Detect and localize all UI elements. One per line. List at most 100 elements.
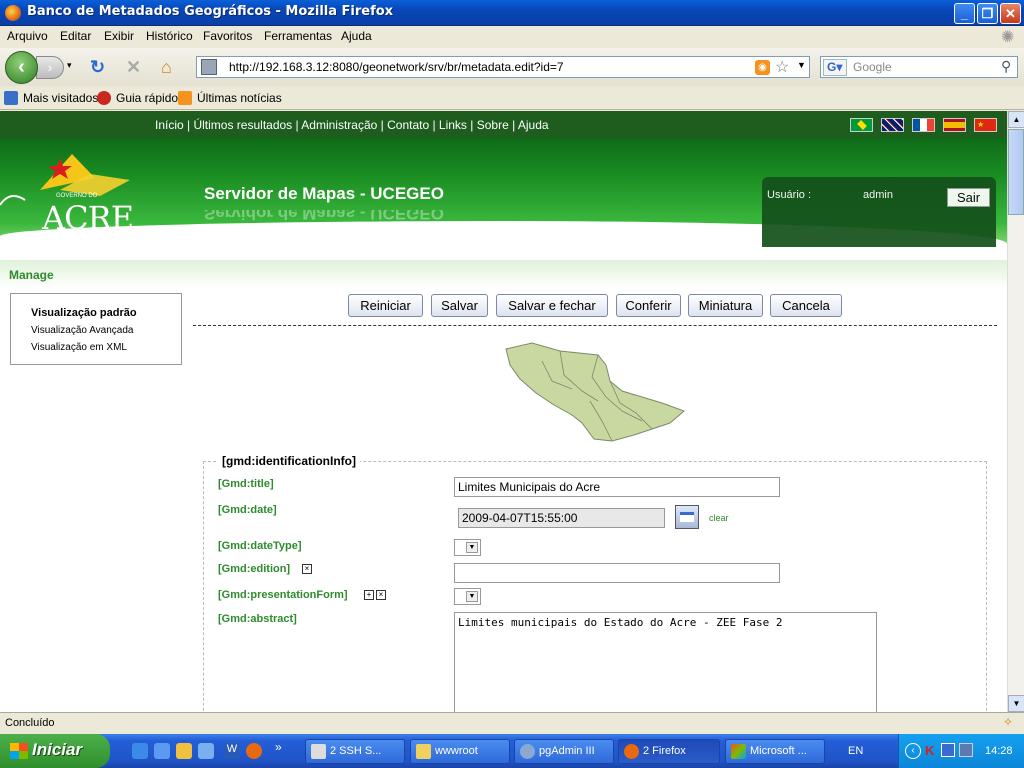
menu-editar[interactable]: Editar (60, 29, 91, 43)
edition-input[interactable] (454, 563, 780, 583)
quicklaunch-icon[interactable] (198, 743, 214, 759)
tray-expand-icon[interactable]: ‹ (905, 743, 921, 759)
antivirus-icon[interactable]: K (925, 743, 934, 758)
bookmark-guide-icon (97, 91, 111, 105)
bookmark-mais-visitados[interactable]: Mais visitados (23, 91, 98, 105)
datetype-select[interactable]: ▼ (454, 539, 481, 556)
user-name: admin (863, 189, 893, 201)
remove-edition-icon[interactable]: × (302, 564, 312, 574)
ssh-icon (311, 744, 326, 759)
bookmark-star-icon[interactable]: ☆ (775, 57, 789, 77)
save-button[interactable]: Salvar (431, 294, 488, 317)
flag-france-icon[interactable] (912, 118, 935, 132)
chevron-down-icon: ▼ (466, 591, 478, 602)
calendar-icon[interactable] (675, 505, 699, 529)
task-microsoft[interactable]: Microsoft ... (725, 739, 825, 764)
forward-button[interactable]: › (36, 56, 64, 79)
windows-logo-icon (10, 743, 28, 759)
menu-favoritos[interactable]: Favoritos (203, 29, 252, 43)
explorer-quicklaunch-icon[interactable] (176, 743, 192, 759)
menu-exibir[interactable]: Exibir (104, 29, 134, 43)
date-input[interactable]: 2009-04-07T15:55:00 (458, 508, 665, 528)
menu-ferramentas[interactable]: Ferramentas (264, 29, 332, 43)
tray-icon[interactable] (959, 743, 973, 757)
word-quicklaunch-icon[interactable]: W (224, 743, 240, 759)
date-label: [Gmd:date] (218, 504, 277, 516)
back-button[interactable]: ‹ (5, 51, 38, 84)
throbber-icon: ✺ (1001, 29, 1015, 46)
manage-bar: Manage (0, 260, 1007, 288)
site-top-links[interactable]: Início | Últimos resultados | Administra… (155, 118, 549, 132)
rss-feed-icon[interactable]: ◉ (755, 60, 770, 75)
url-bar[interactable]: http://192.168.3.12:8080/geonetwork/srv/… (196, 56, 810, 78)
save-close-button[interactable]: Salvar e fechar (496, 294, 608, 317)
menu-arquivo[interactable]: Arquivo (7, 29, 48, 43)
task-firefox[interactable]: 2 Firefox (618, 739, 720, 764)
clear-date-link[interactable]: clear (709, 513, 729, 523)
menu-historico[interactable]: Histórico (146, 29, 193, 43)
logout-button[interactable]: Sair (947, 188, 990, 207)
menu-ajuda[interactable]: Ajuda (341, 29, 372, 43)
site-identity-icon[interactable] (201, 59, 217, 75)
reset-button[interactable]: Reiniciar (348, 294, 423, 317)
task-ssh[interactable]: 2 SSH S... (305, 739, 405, 764)
title-input[interactable]: Limites Municipais do Acre (454, 477, 780, 497)
stop-icon[interactable]: ✕ (126, 58, 141, 76)
abstract-textarea[interactable]: Limites municipais do Estado do Acre - Z… (454, 612, 877, 712)
more-quicklaunch-icon[interactable]: » (275, 740, 282, 754)
network-icon[interactable] (941, 743, 955, 757)
flag-spain-icon[interactable] (943, 118, 966, 132)
flag-uk-icon[interactable] (881, 118, 904, 132)
view-options-box: Visualização padrão Visualização Avançad… (10, 293, 182, 365)
ie-quicklaunch-icon[interactable] (132, 743, 148, 759)
quicklaunch-icon[interactable] (154, 743, 170, 759)
status-addon-icon[interactable]: ✧ (1003, 715, 1013, 729)
maximize-button[interactable]: ❐ (977, 3, 998, 24)
search-icon[interactable]: ⚲ (1001, 58, 1011, 75)
cancel-button[interactable]: Cancela (770, 294, 842, 317)
google-engine-icon[interactable]: G▾ (823, 59, 847, 76)
bookmark-ultimas-noticias[interactable]: Últimas notícias (197, 91, 282, 105)
minimize-button[interactable]: _ (954, 3, 975, 24)
language-indicator[interactable]: EN (848, 745, 863, 757)
home-icon[interactable]: ⌂ (161, 58, 172, 76)
vertical-scrollbar[interactable]: ▲ ▼ (1007, 111, 1024, 712)
thumbnail-button[interactable]: Miniatura (688, 294, 763, 317)
view-default-link[interactable]: Visualização padrão (31, 307, 137, 319)
url-text[interactable]: http://192.168.3.12:8080/geonetwork/srv/… (229, 60, 564, 74)
view-advanced-link[interactable]: Visualização Avançada (31, 325, 134, 336)
system-tray: ‹ K 14:28 (898, 734, 1024, 768)
bookmark-folder-icon (4, 91, 18, 105)
add-presentationform-icon[interactable]: + (364, 590, 374, 600)
reload-icon[interactable]: ↻ (90, 58, 105, 76)
rss-icon (178, 91, 192, 105)
bookmark-guia-rapido[interactable]: Guia rápido (116, 91, 178, 105)
history-dropdown-icon[interactable]: ▾ (67, 60, 72, 71)
search-bar[interactable]: G▾ Google ⚲ (820, 56, 1018, 78)
scroll-up-icon[interactable]: ▲ (1008, 111, 1024, 128)
user-label: Usuário : (767, 189, 812, 201)
url-dropdown-icon[interactable]: ▼ (797, 60, 806, 70)
firefox-quicklaunch-icon[interactable] (246, 743, 262, 759)
task-pgadmin[interactable]: pgAdmin III (514, 739, 614, 764)
view-xml-link[interactable]: Visualização em XML (31, 342, 127, 353)
status-bar: Concluído ✧ (0, 712, 1024, 734)
acre-logo[interactable]: GOVERNO DO ACRE (0, 150, 145, 237)
close-button[interactable]: ✕ (1000, 3, 1021, 24)
task-wwwroot-label: wwwroot (435, 745, 478, 757)
presentationform-select[interactable]: ▼ (454, 588, 481, 605)
start-button[interactable]: Iniciar (0, 734, 110, 768)
window-titlebar: Banco de Metadados Geográficos - Mozilla… (0, 0, 1024, 26)
fieldset-legend: [gmd:identificationInfo] (218, 454, 360, 468)
start-label: Iniciar (32, 740, 83, 759)
scroll-thumb[interactable] (1008, 129, 1024, 215)
menu-bar: Arquivo Editar Exibir Histórico Favorito… (0, 26, 1024, 48)
flag-china-icon[interactable]: ★ (974, 118, 997, 132)
check-button[interactable]: Conferir (616, 294, 681, 317)
flag-brazil-icon[interactable] (850, 118, 873, 132)
task-wwwroot[interactable]: wwwroot (410, 739, 510, 764)
search-input[interactable]: Google (853, 60, 892, 74)
remove-presentationform-icon[interactable]: × (376, 590, 386, 600)
bookmarks-bar: Mais visitados Guia rápido Últimas notíc… (0, 86, 1024, 110)
scroll-down-icon[interactable]: ▼ (1008, 695, 1024, 712)
